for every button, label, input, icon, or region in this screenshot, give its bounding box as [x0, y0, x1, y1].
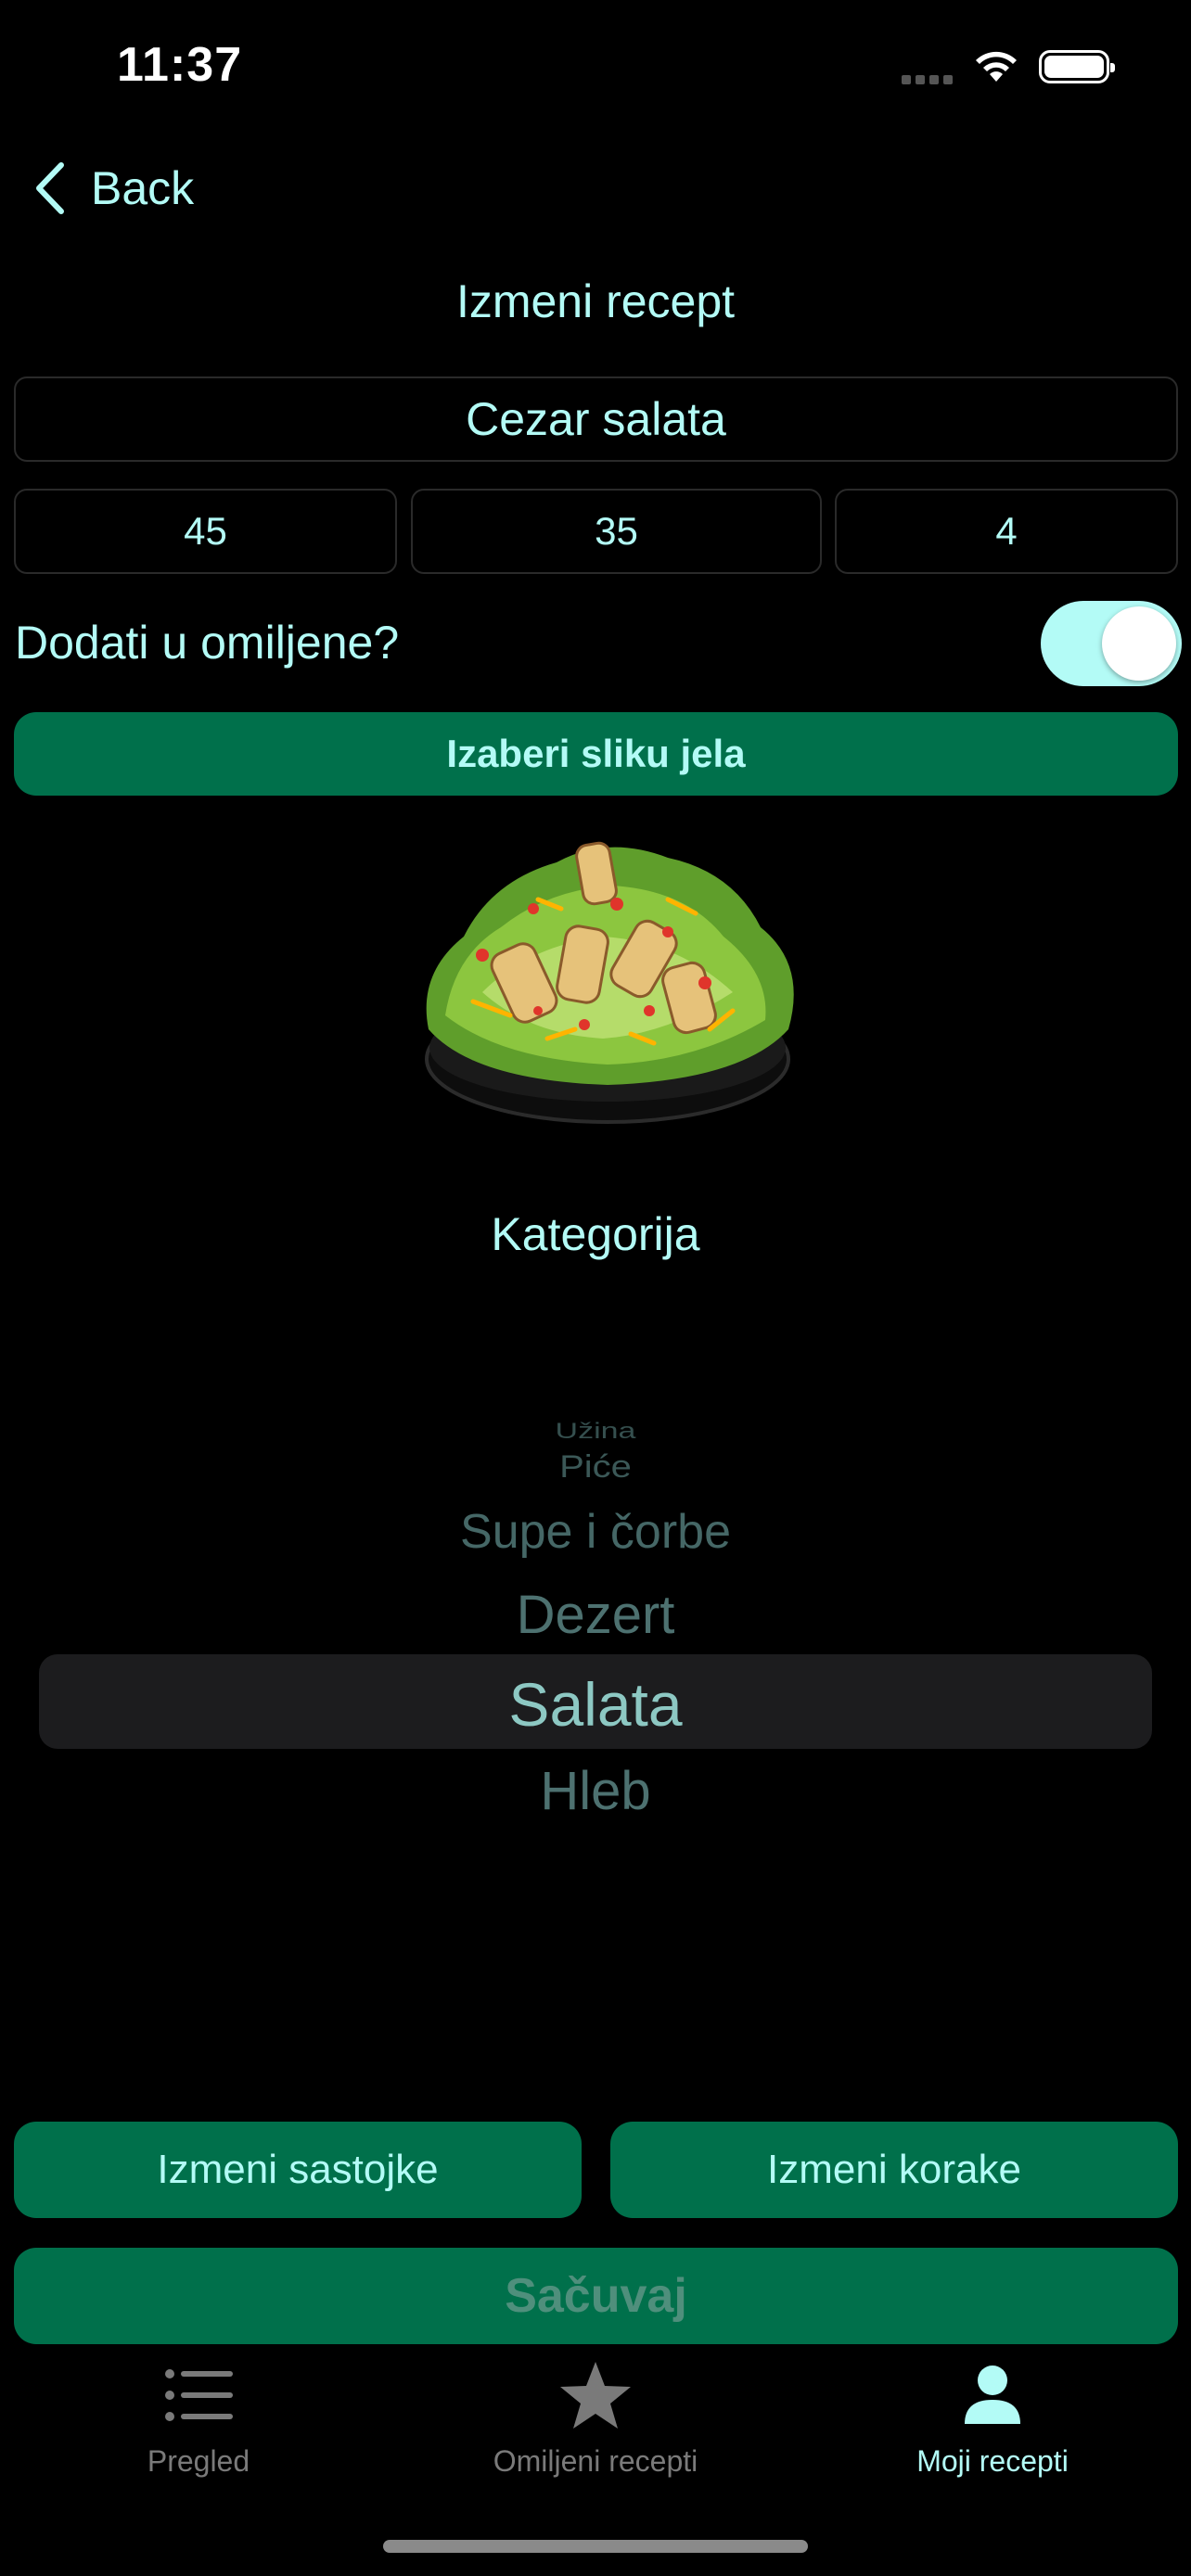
status-time: 11:37 — [117, 38, 243, 92]
cellular-signal-icon — [902, 72, 957, 89]
wifi-icon — [972, 46, 1020, 88]
back-button[interactable]: Back — [33, 161, 194, 215]
list-icon — [165, 2369, 233, 2421]
tab-moji-recepti[interactable]: Moji recepti — [835, 2355, 1150, 2479]
category-title: Kategorija — [491, 1208, 700, 1260]
edit-ingredients-button[interactable]: Izmeni sastojke — [14, 2122, 582, 2218]
category-option-supe[interactable]: Supe i čorbe — [0, 1504, 1191, 1560]
prep-time-field[interactable]: 45 — [14, 489, 397, 574]
tab-pregled[interactable]: Pregled — [41, 2355, 356, 2479]
favorite-toggle[interactable] — [1041, 601, 1182, 686]
back-label: Back — [91, 162, 195, 214]
edit-steps-button[interactable]: Izmeni korake — [610, 2122, 1178, 2218]
page-title: Izmeni recept — [455, 275, 736, 327]
battery-icon — [1039, 50, 1115, 83]
recipe-name-field[interactable]: Cezar salata — [14, 376, 1178, 462]
cook-time-field[interactable]: 35 — [411, 489, 822, 574]
category-option-dezert[interactable]: Dezert — [0, 1584, 1191, 1646]
tab-omiljeni-recepti[interactable]: Omiljeni recepti — [438, 2355, 753, 2479]
chevron-left-icon — [36, 162, 64, 214]
tab-label-pregled: Pregled — [147, 2444, 250, 2478]
tab-label-moji: Moji recepti — [916, 2444, 1069, 2478]
star-icon — [560, 2362, 631, 2429]
category-option-hleb[interactable]: Hleb — [0, 1760, 1191, 1822]
pick-image-button[interactable]: Izaberi sliku jela — [14, 712, 1178, 796]
category-option-pice[interactable]: Piće — [0, 1449, 1191, 1485]
category-option-uzina[interactable]: Užina — [0, 1419, 1191, 1444]
person-icon — [965, 2366, 1020, 2424]
save-button[interactable]: Sačuvaj — [14, 2248, 1178, 2344]
tab-label-omiljeni: Omiljeni recepti — [493, 2444, 698, 2478]
servings-field[interactable]: 4 — [835, 489, 1178, 574]
favorite-label: Dodati u omiljene? — [15, 617, 400, 669]
home-indicator[interactable] — [383, 2540, 808, 2553]
dish-image — [390, 816, 826, 1141]
category-option-salata[interactable]: Salata — [0, 1669, 1191, 1740]
